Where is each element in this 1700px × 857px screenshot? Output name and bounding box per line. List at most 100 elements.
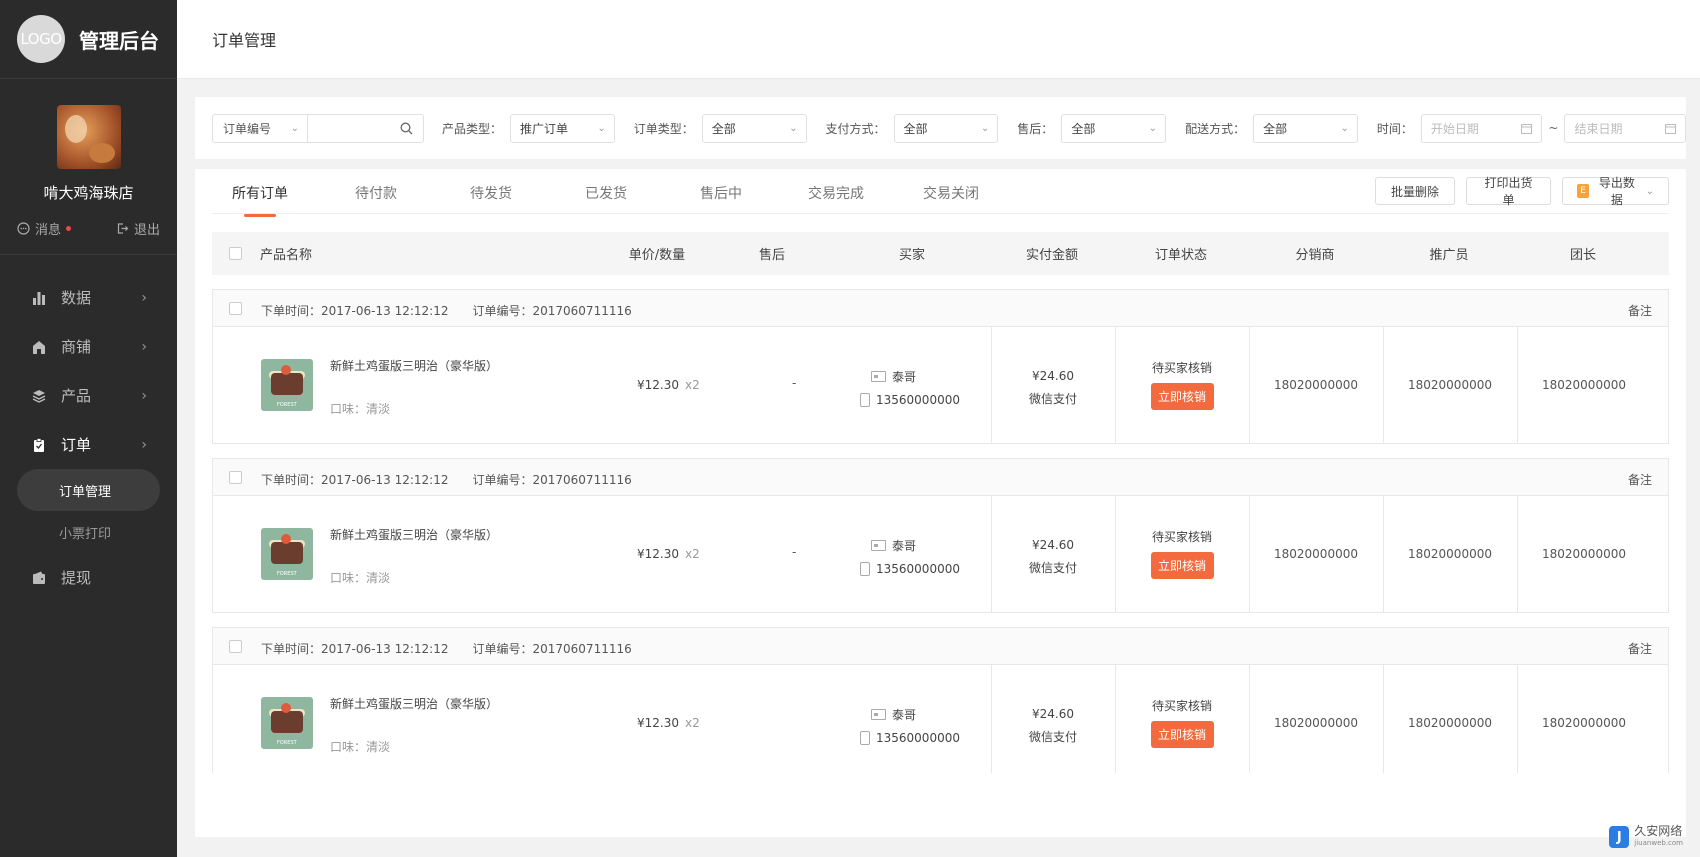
start-date-input[interactable]: 开始日期 (1420, 113, 1543, 143)
end-date-input[interactable]: 结束日期 (1564, 113, 1686, 143)
tab-closed[interactable]: 交易关闭 (923, 183, 979, 203)
order-checkbox[interactable] (229, 302, 242, 315)
logo: LOGO (17, 15, 65, 63)
buyer-name: 泰哥 (892, 708, 917, 722)
order-header: 下单时间： 2017-06-13 12:12:12 订单编号： 20170607… (213, 628, 1668, 665)
distributor-phone: 18020000000 (1274, 716, 1358, 730)
paid-amount: ¥24.60 微信支付 (991, 534, 1115, 580)
messages-label: 消息 (35, 223, 62, 238)
watermark: J 久安网络 jiuanweb.com (1609, 825, 1683, 849)
select-all-checkbox[interactable] (229, 247, 242, 260)
status-text: 待买家核销 (1151, 530, 1212, 544)
messages-link[interactable]: 消息 (17, 219, 72, 238)
order-tabs: 所有订单 待付款 待发货 已发货 售后中 交易完成 交易关闭 批量删除 打印出货… (212, 169, 1669, 217)
shop-icon (31, 339, 47, 355)
chevron-down-icon: ⌄ (1340, 122, 1349, 134)
tab-pending-payment[interactable]: 待付款 (355, 183, 397, 203)
unit-price: ¥12.30 x2 (637, 378, 700, 392)
table-header: 产品名称 单价/数量 售后 买家 实付金额 订单状态 分销商 推广员 团长 (212, 232, 1669, 275)
col-after-sale: 售后 (758, 248, 785, 263)
verify-now-button[interactable]: 立即核销 (1150, 552, 1214, 579)
chevron-down-icon: ⌄ (980, 122, 990, 134)
order-status: 待买家核销 立即核销 (1115, 359, 1249, 410)
order-checkbox[interactable] (229, 471, 242, 484)
batch-delete-button[interactable]: 批量删除 (1375, 177, 1455, 205)
delivery-label: 配送方式： (1185, 121, 1246, 136)
order-row: FOREST 新鲜土鸡蛋版三明治（豪华版） 口味：清淡 ¥12.30 x2 - 泰… (213, 496, 1668, 613)
buyer-name: 泰哥 (892, 539, 917, 553)
verify-now-button[interactable]: 立即核销 (1150, 721, 1214, 748)
nav-item-shop[interactable]: 商铺 › (0, 322, 177, 371)
tab-after-sale[interactable]: 售后中 (700, 183, 742, 203)
amount-value: ¥24.60 (1032, 538, 1074, 552)
tab-all[interactable]: 所有订单 (232, 183, 288, 217)
brand: LOGO 管理后台 (0, 0, 177, 79)
order-remark-link[interactable]: 备注 (1628, 302, 1652, 319)
order-remark-link[interactable]: 备注 (1628, 471, 1652, 488)
after-sale-select[interactable]: 全部 ⌄ (1061, 113, 1167, 143)
nav-label: 数据 (61, 289, 92, 307)
unread-dot (66, 226, 72, 231)
print-button[interactable]: 打印出货单 (1466, 176, 1551, 207)
promoter-phone: 18020000000 (1408, 547, 1492, 561)
logout-link[interactable]: 退出 (116, 219, 160, 238)
order-remark-link[interactable]: 备注 (1628, 640, 1652, 657)
order-card: 下单时间： 2017-06-13 12:12:12 订单编号： 20170607… (212, 289, 1669, 444)
order-row: FOREST 新鲜土鸡蛋版三明治（豪华版） 口味：清淡 ¥12.30 x2 - 泰… (213, 327, 1668, 444)
sub-item-receipt-print[interactable]: 小票打印 (17, 511, 160, 553)
order-header: 下单时间： 2017-06-13 12:12:12 订单编号： 20170607… (213, 290, 1668, 327)
after-sale-value: 全部 (1071, 121, 1096, 136)
quantity: x2 (685, 378, 700, 392)
export-label: 导出数据 (1598, 176, 1635, 207)
product-type-select[interactable]: 推广订单 ⌄ (510, 113, 615, 143)
sub-item-order-management[interactable]: 订单管理 (17, 469, 160, 511)
export-button[interactable]: E 导出数据 ⌄ (1562, 176, 1669, 207)
payment-select[interactable]: 全部 ⌄ (893, 113, 999, 143)
nav-item-order[interactable]: 订单 › (0, 420, 177, 469)
watermark-title: 久安网络 (1634, 824, 1683, 838)
search-field-select[interactable]: 订单编号 ⌄ (213, 114, 308, 142)
order-no-label: 订单编号： (472, 304, 533, 318)
search-input[interactable] (308, 115, 423, 142)
quantity: x2 (685, 716, 700, 730)
delivery-value: 全部 (1263, 121, 1288, 136)
checkbox (229, 640, 242, 653)
payment-method: 微信支付 (1028, 392, 1077, 406)
verify-now-button[interactable]: 立即核销 (1150, 383, 1214, 410)
order-type-select[interactable]: 全部 ⌄ (701, 113, 807, 143)
tab-completed[interactable]: 交易完成 (808, 183, 864, 203)
message-icon (17, 222, 30, 235)
amount-value: ¥24.60 (1032, 707, 1074, 721)
watermark-logo: J (1609, 826, 1630, 848)
order-status: 待买家核销 立即核销 (1115, 697, 1249, 748)
calendar-icon (1521, 123, 1533, 134)
tab-shipped[interactable]: 已发货 (585, 183, 627, 203)
unit-price: ¥12.30 x2 (637, 716, 700, 730)
nav-item-withdraw[interactable]: 提现 (0, 553, 177, 602)
nav-item-product[interactable]: 产品 › (0, 371, 177, 420)
checkbox (229, 302, 242, 315)
buyer-phone: 13560000000 (876, 730, 960, 745)
chevron-right-icon: › (141, 289, 147, 306)
order-checkbox[interactable] (229, 640, 242, 653)
order-status: 待买家核销 立即核销 (1115, 528, 1249, 579)
tab-pending-shipment[interactable]: 待发货 (470, 183, 512, 203)
main-nav: 数据 › 商铺 › 产品 › 订单 › 订单管理 小票打印 提现 (0, 255, 177, 602)
payment-value: 全部 (903, 121, 928, 136)
product-flavor: 口味：清淡 (330, 571, 391, 585)
chevron-down-icon: ⌄ (1645, 185, 1654, 197)
col-status: 订单状态 (1154, 248, 1207, 263)
product-name: 新鲜土鸡蛋版三明治（豪华版） (330, 697, 499, 711)
product-image-text: FOREST (277, 571, 297, 577)
leader-phone: 18020000000 (1542, 716, 1626, 730)
paid-amount: ¥24.60 微信支付 (991, 365, 1115, 411)
amount-value: ¥24.60 (1032, 369, 1074, 383)
price-value: ¥12.30 (637, 716, 679, 730)
nav-item-data[interactable]: 数据 › (0, 273, 177, 322)
product-image: FOREST (261, 697, 313, 749)
order-card: 下单时间： 2017-06-13 12:12:12 订单编号： 20170607… (212, 458, 1669, 613)
nav-label: 产品 (61, 387, 92, 405)
after-sale-value: - (792, 376, 797, 390)
delivery-select[interactable]: 全部 ⌄ (1253, 113, 1358, 143)
shop-avatar (56, 105, 121, 169)
